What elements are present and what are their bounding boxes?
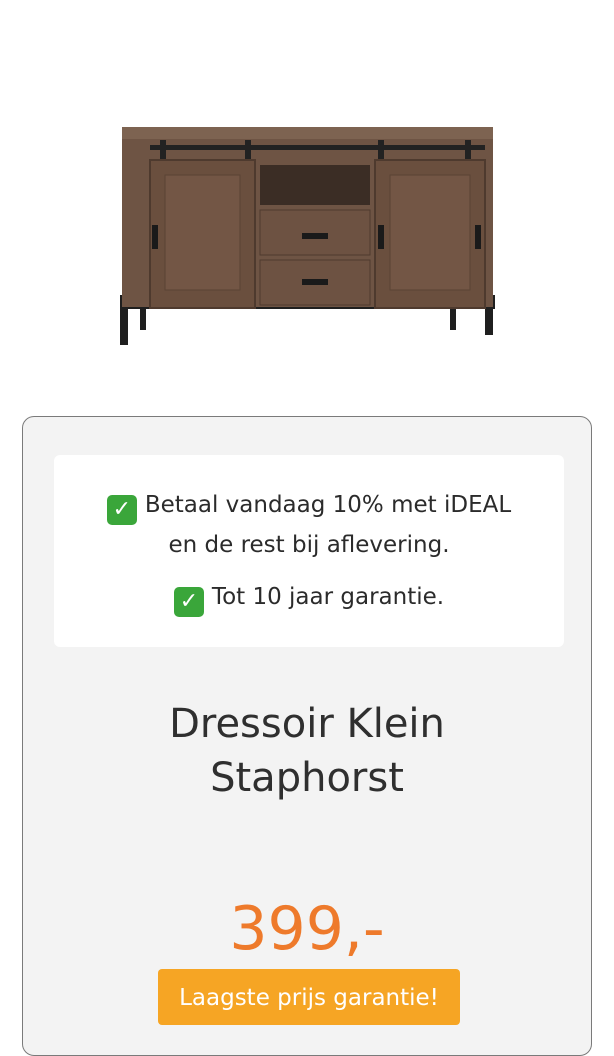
- usp-line1: Betaal vandaag 10% met iDEAL: [144, 492, 512, 518]
- product-price: 399,-: [229, 894, 385, 964]
- product-title-line2: Staphorst: [210, 755, 404, 801]
- usp-box: ✓ Betaal vandaag 10% met iDEAL en de rest…: [54, 455, 564, 647]
- check-icon: ✓: [106, 495, 137, 525]
- check-icon: ✓: [173, 587, 204, 617]
- usp-ideal-line-2: en de rest bij aflevering.: [54, 525, 564, 565]
- product-title-line1: Dressoir Klein: [169, 701, 445, 747]
- usp-guarantee-line: ✓ Tot 10 jaar garantie.: [54, 577, 564, 617]
- product-title: Dressoir Klein Staphorst: [23, 697, 591, 805]
- usp-line3: Tot 10 jaar garantie.: [211, 584, 445, 610]
- lowest-price-guarantee-button[interactable]: Laagste prijs garantie!: [158, 969, 460, 1025]
- product-card: ✓ Betaal vandaag 10% met iDEAL en de rest…: [22, 416, 592, 1056]
- product-image: [120, 127, 495, 345]
- usp-ideal-line: ✓ Betaal vandaag 10% met iDEAL: [54, 485, 564, 525]
- usp-line2: en de rest bij aflevering.: [168, 532, 450, 558]
